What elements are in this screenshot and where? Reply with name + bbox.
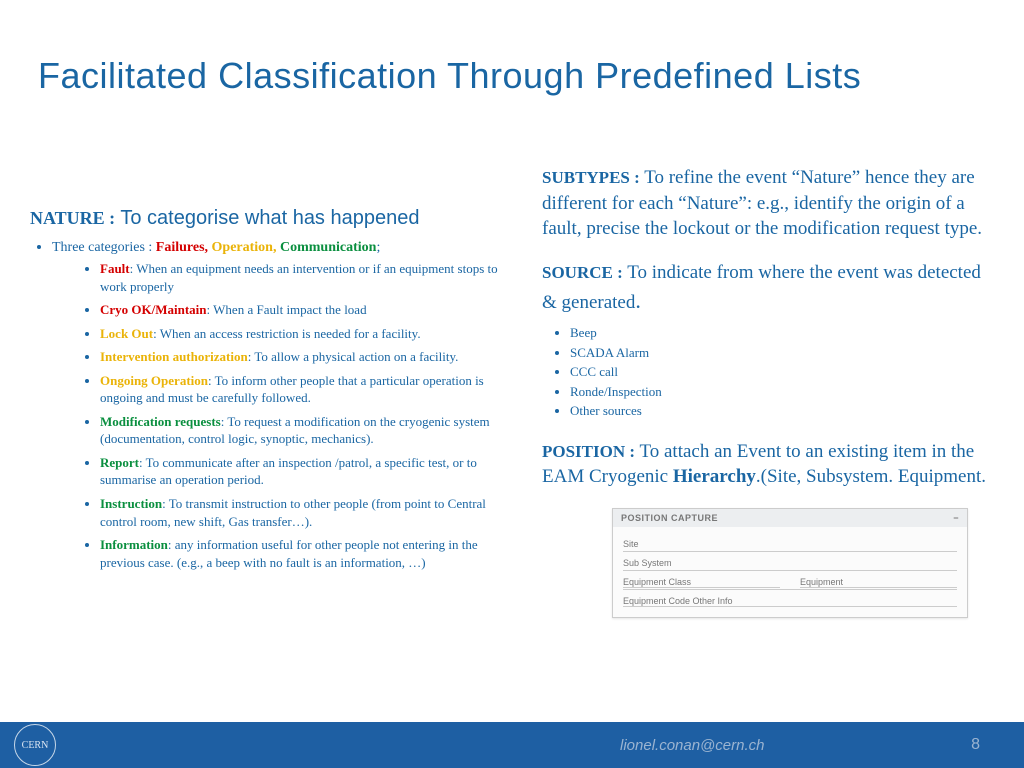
posbox-header: POSITION CAPTURE − — [613, 509, 967, 527]
nature-label: NATURE : — [30, 208, 115, 228]
src-other: Other sources — [570, 401, 990, 421]
item-cryo: Cryo OK/Maintain: When a Fault impact th… — [100, 301, 510, 319]
source-list: Beep SCADA Alarm CCC call Ronde/Inspecti… — [570, 323, 990, 421]
page-number: 8 — [971, 736, 980, 754]
nature-desc: To categorise what has happened — [120, 207, 419, 229]
position-para: POSITION : To attach an Event to an exis… — [542, 439, 990, 490]
subtypes-label: SUBTYPES : — [542, 168, 640, 187]
position-label: POSITION : — [542, 442, 635, 461]
item-report: Report: To communicate after an inspecti… — [100, 454, 510, 489]
source-para: SOURCE : To indicate from where the even… — [542, 260, 990, 315]
position-desc-b: .(Site, Subsystem. Equipment. — [756, 466, 986, 487]
posbox-row-equipment: Equipment Class Equipment — [623, 571, 957, 590]
item-lockout: Lock Out: When an access restriction is … — [100, 325, 510, 343]
footer-email: lionel.conan@cern.ch — [620, 737, 764, 754]
item-information: Information: any information useful for … — [100, 536, 510, 571]
posbox-title: POSITION CAPTURE — [621, 513, 718, 523]
src-ronde: Ronde/Inspection — [570, 382, 990, 402]
position-capture-box: POSITION CAPTURE − Site Sub System Equip… — [612, 508, 968, 618]
nature-items: Fault: When an equipment needs an interv… — [100, 260, 510, 571]
posbox-row-site: Site — [623, 533, 957, 552]
slide-title: Facilitated Classification Through Prede… — [38, 55, 861, 97]
item-fault: Fault: When an equipment needs an interv… — [100, 260, 510, 295]
position-hier: Hierarchy — [673, 466, 756, 487]
categories-line: Three categories : Failures, Operation, … — [52, 238, 510, 571]
posbox-row-code: Equipment Code Other Info — [623, 590, 957, 609]
cat-failures: Failures, — [156, 240, 208, 255]
nature-list: Three categories : Failures, Operation, … — [52, 238, 510, 571]
item-instruction: Instruction: To transmit instruction to … — [100, 495, 510, 530]
posbox-row-subsystem: Sub System — [623, 552, 957, 571]
cats-lead: Three categories : — [52, 240, 152, 255]
right-column: SUBTYPES : To refine the event “Nature” … — [542, 165, 990, 618]
src-ccc: CCC call — [570, 362, 990, 382]
content: NATURE : To categorise what has happened… — [30, 165, 990, 618]
cern-logo-icon: CERN — [14, 724, 56, 766]
minus-icon: − — [953, 513, 959, 523]
left-column: NATURE : To categorise what has happened… — [30, 165, 510, 618]
slide: Facilitated Classification Through Prede… — [0, 0, 1024, 768]
item-intervention: Intervention authorization: To allow a p… — [100, 348, 510, 366]
item-ongoing: Ongoing Operation: To inform other peopl… — [100, 372, 510, 407]
src-beep: Beep — [570, 323, 990, 343]
cat-communication: Communication — [280, 240, 376, 255]
item-modification: Modification requests: To request a modi… — [100, 413, 510, 448]
source-label: SOURCE : — [542, 263, 623, 282]
cat-operation: Operation, — [212, 240, 277, 255]
subtypes-para: SUBTYPES : To refine the event “Nature” … — [542, 165, 990, 242]
nature-heading: NATURE : To categorise what has happened — [30, 205, 510, 232]
footer: CERN lionel.conan@cern.ch 8 — [0, 722, 1024, 768]
src-scada: SCADA Alarm — [570, 343, 990, 363]
posbox-body: Site Sub System Equipment Class Equipmen… — [613, 527, 967, 617]
